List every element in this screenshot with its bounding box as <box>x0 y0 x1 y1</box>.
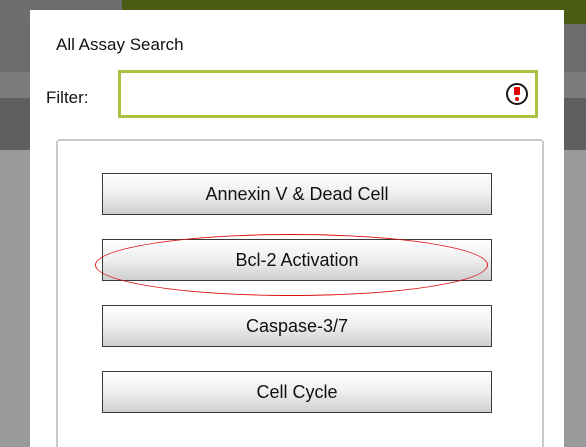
assay-button-bcl-2-activation[interactable]: Bcl-2 Activation <box>102 239 492 281</box>
assay-search-dialog: All Assay Search Filter: Annexin V & Dea… <box>30 10 564 447</box>
filter-input[interactable] <box>118 70 538 118</box>
dialog-title: All Assay Search <box>56 35 184 54</box>
assay-button-annexin-v-dead-cell[interactable]: Annexin V & Dead Cell <box>102 173 492 215</box>
assay-button-caspase-3-7[interactable]: Caspase-3/7 <box>102 305 492 347</box>
assay-list: Annexin V & Dead Cell Bcl-2 Activation C… <box>56 139 544 447</box>
assay-button-cell-cycle[interactable]: Cell Cycle <box>102 371 492 413</box>
alert-circle-icon <box>506 83 528 105</box>
filter-label: Filter: <box>46 88 89 107</box>
